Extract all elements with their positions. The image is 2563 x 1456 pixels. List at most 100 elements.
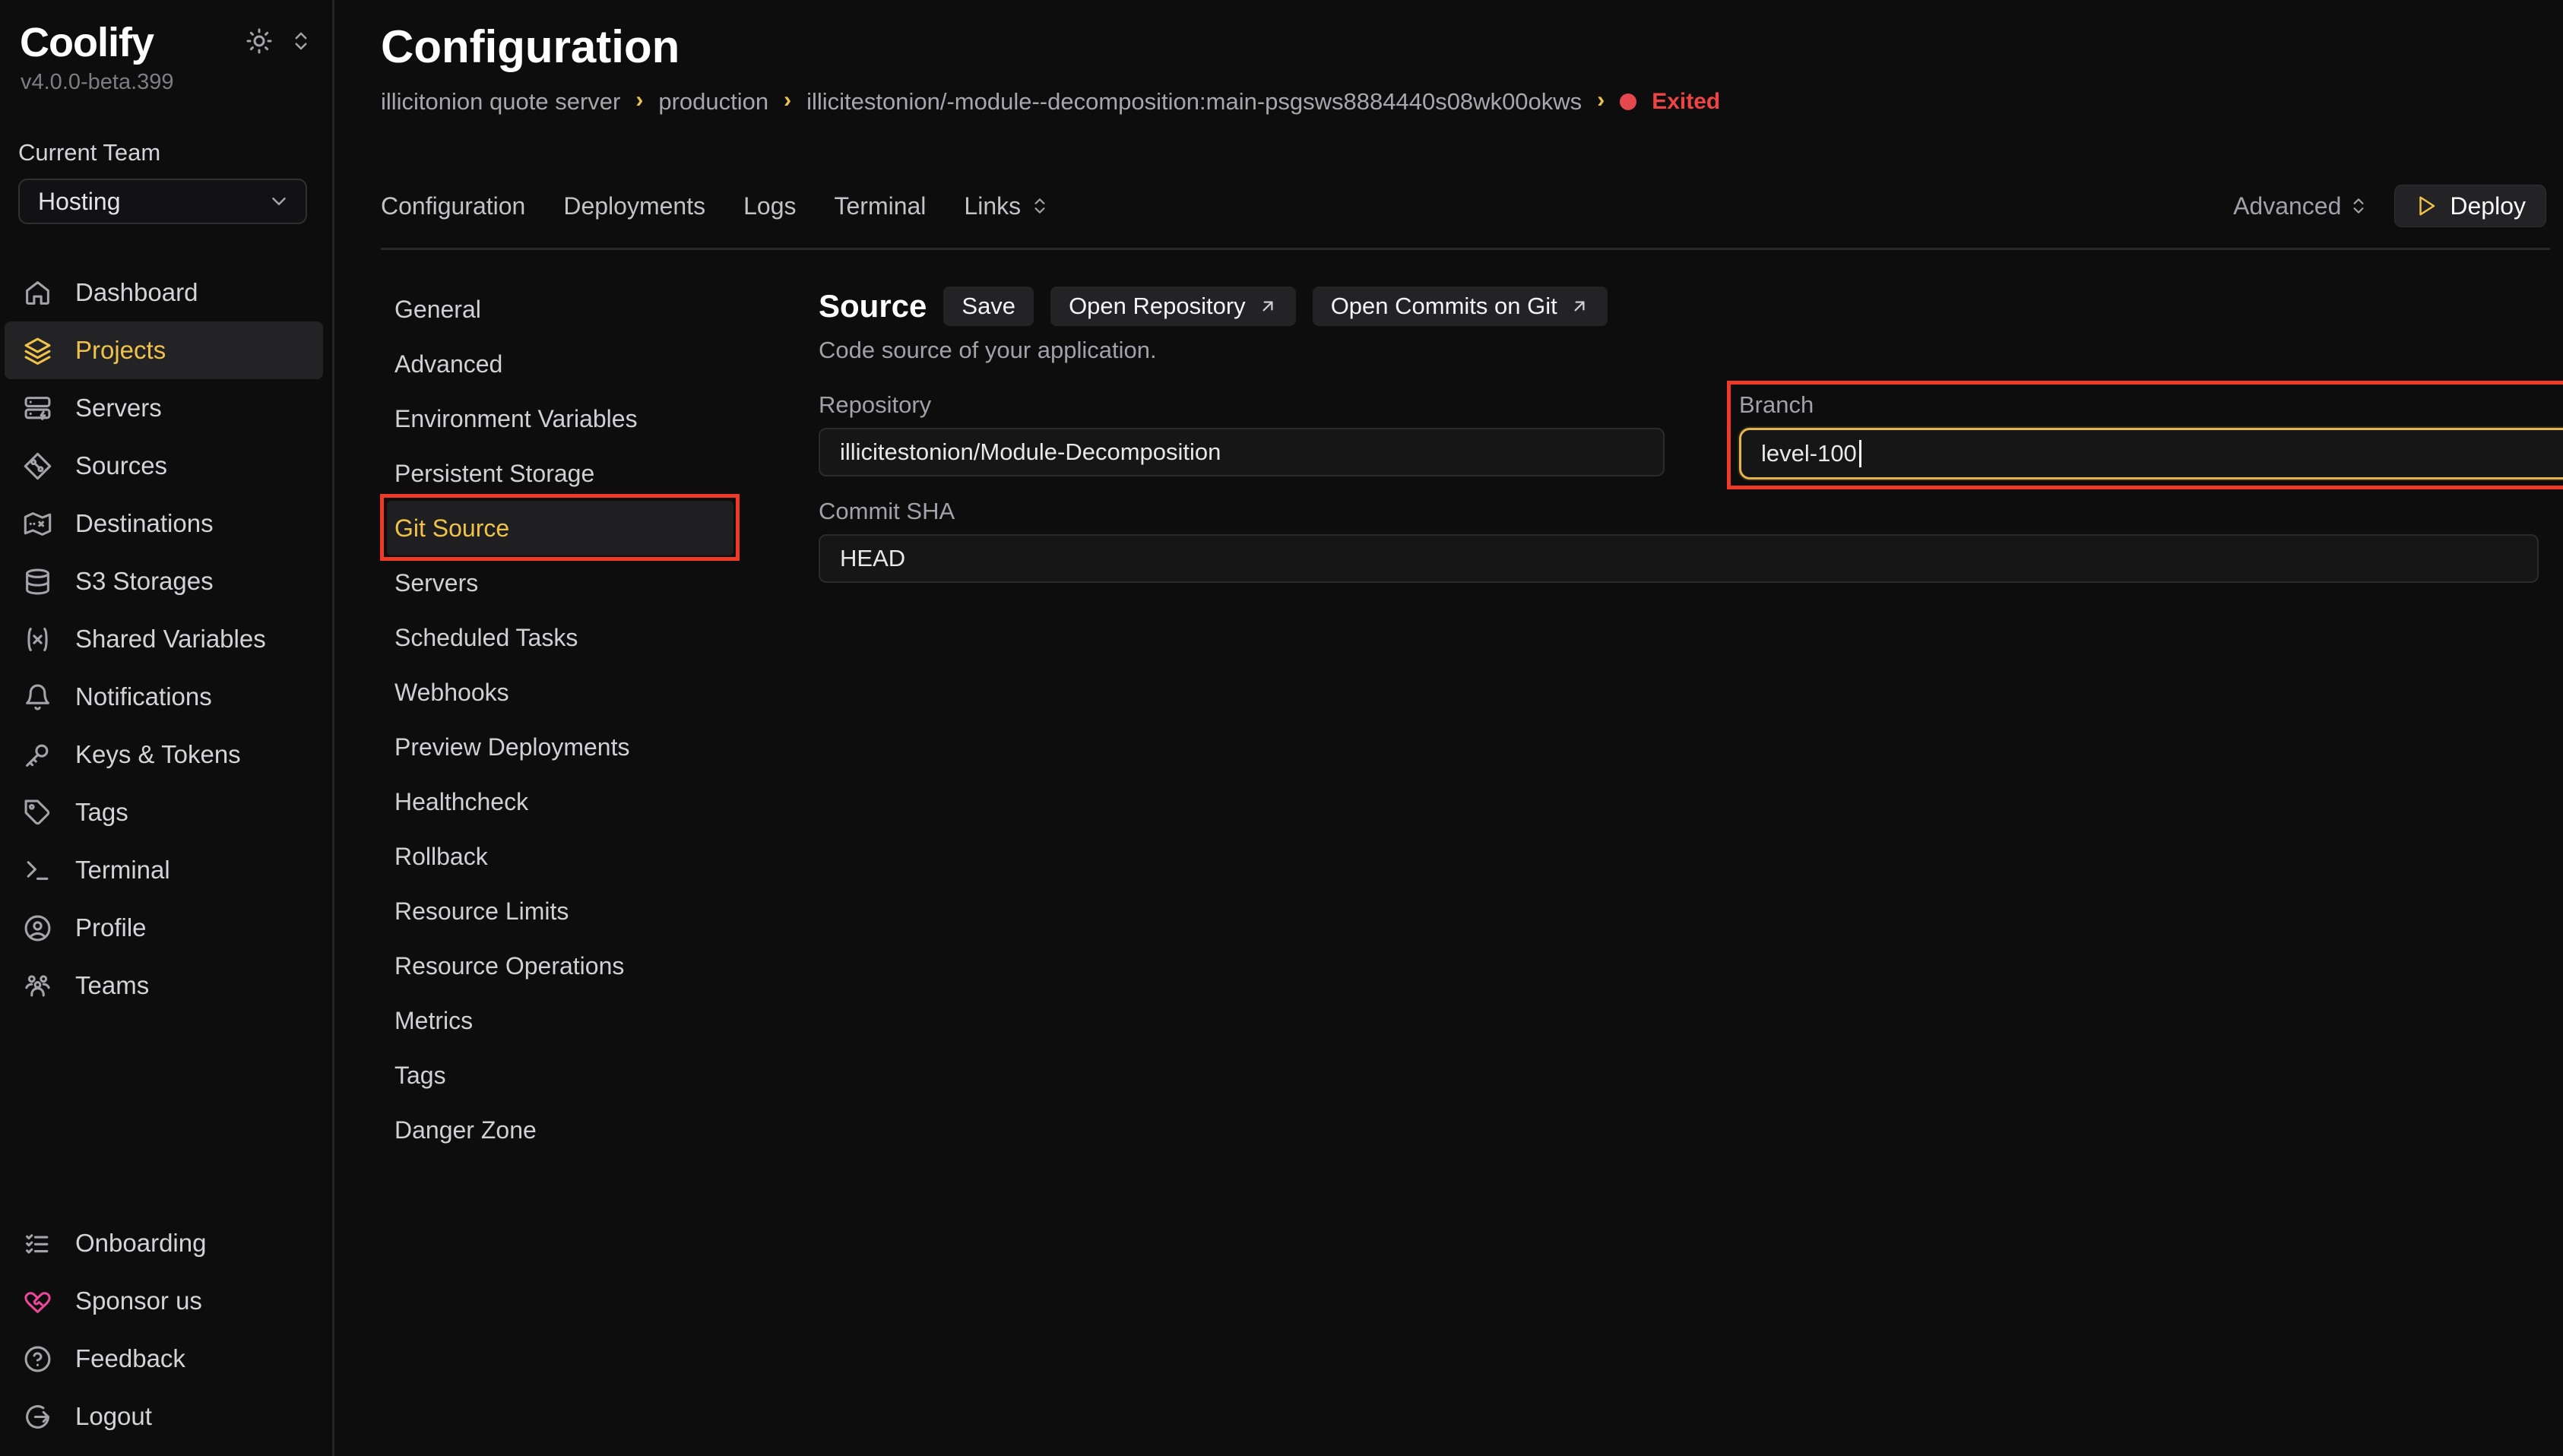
advanced-dropdown[interactable]: Advanced (2233, 192, 2368, 220)
sidebar-item-tags[interactable]: Tags (5, 783, 323, 841)
map-icon (24, 510, 52, 538)
settings-item-rollback[interactable]: Rollback (381, 829, 784, 884)
sidebar-item-sources[interactable]: Sources (5, 437, 323, 495)
checklist-icon (24, 1230, 52, 1258)
settings-item-persistent-storage[interactable]: Persistent Storage (381, 446, 784, 501)
repository-field: Repository illicitestonion/Module-Decomp… (819, 391, 1665, 480)
section-description: Code source of your application. (819, 337, 2563, 364)
chevrons-up-down-icon (1030, 196, 1050, 216)
app-logo[interactable]: Coolify (20, 20, 154, 65)
settings-item-environment-variables[interactable]: Environment Variables (381, 391, 784, 446)
settings-item-resource-operations[interactable]: Resource Operations (381, 938, 784, 993)
tab-deployments[interactable]: Deployments (563, 192, 705, 220)
open-commits-button[interactable]: Open Commits on Git (1313, 286, 1608, 326)
help-circle-icon (24, 1345, 52, 1373)
settings-item-git-source[interactable]: Git Source (387, 501, 733, 555)
tab-divider (381, 248, 2550, 250)
tab-terminal[interactable]: Terminal (834, 192, 926, 220)
tab-links[interactable]: Links (964, 192, 1050, 220)
sidebar-item-logout[interactable]: Logout (5, 1388, 323, 1445)
branch-label: Branch (1739, 391, 2563, 419)
settings-item-advanced[interactable]: Advanced (381, 337, 784, 391)
main-content: Configuration illicitonion quote server … (337, 0, 2563, 1456)
breadcrumb-chevron-icon: › (784, 87, 791, 113)
settings-item-danger-zone[interactable]: Danger Zone (381, 1103, 784, 1157)
server-icon (24, 394, 52, 423)
user-circle-icon (24, 914, 52, 942)
settings-menu: General Advanced Environment Variables P… (381, 282, 784, 1157)
sidebar-item-feedback[interactable]: Feedback (5, 1330, 323, 1388)
app-version: v4.0.0-beta.399 (21, 70, 332, 95)
coolify-app: Coolify v4.0.0-beta.399 Current Team Hos… (0, 0, 2563, 1456)
repository-label: Repository (819, 391, 1665, 419)
play-icon (2415, 195, 2438, 217)
breadcrumb-chevron-icon: › (635, 87, 643, 113)
sidebar-item-notifications[interactable]: Notifications (5, 668, 323, 726)
theme-toggle-sun-icon[interactable] (246, 27, 273, 55)
status-dot (1620, 93, 1636, 110)
sidebar-spacer (0, 1014, 332, 1214)
settings-item-tags[interactable]: Tags (381, 1048, 784, 1103)
sidebar: Coolify v4.0.0-beta.399 Current Team Hos… (0, 0, 334, 1456)
heart-hands-icon (24, 1287, 52, 1315)
breadcrumb: illicitonion quote server › production ›… (381, 88, 2563, 116)
settings-item-general[interactable]: General (381, 282, 784, 337)
settings-item-healthcheck[interactable]: Healthcheck (381, 774, 784, 829)
sidebar-item-s3-storages[interactable]: S3 Storages (5, 552, 323, 610)
tag-icon (24, 799, 52, 827)
chevron-down-icon (268, 190, 290, 213)
sidebar-item-destinations[interactable]: Destinations (5, 495, 323, 552)
sidebar-item-dashboard[interactable]: Dashboard (5, 264, 323, 321)
deploy-button[interactable]: Deploy (2394, 185, 2546, 227)
chevrons-up-down-icon (2349, 196, 2368, 216)
section-title: Source (819, 288, 927, 324)
sidebar-item-projects[interactable]: Projects (5, 321, 323, 379)
tab-configuration[interactable]: Configuration (381, 192, 525, 220)
page-title: Configuration (381, 20, 2563, 74)
settings-item-resource-limits[interactable]: Resource Limits (381, 884, 784, 938)
repository-input[interactable]: illicitestonion/Module-Decomposition (819, 428, 1665, 476)
commit-sha-label: Commit SHA (819, 498, 2563, 525)
bell-icon (24, 683, 52, 711)
source-panel: Source Save Open Repository Open Commits… (819, 282, 2563, 1157)
team-select[interactable]: Hosting (18, 179, 307, 224)
sidebar-item-onboarding[interactable]: Onboarding (5, 1214, 323, 1272)
settings-item-servers[interactable]: Servers (381, 555, 784, 610)
database-icon (24, 568, 52, 596)
git-source-icon (24, 452, 52, 480)
tab-logs[interactable]: Logs (743, 192, 796, 220)
settings-item-preview-deployments[interactable]: Preview Deployments (381, 720, 784, 774)
sidebar-item-teams[interactable]: Teams (5, 957, 323, 1014)
sidebar-nav: Dashboard Projects Servers Sources Desti… (0, 264, 332, 1014)
home-icon (24, 279, 52, 307)
tab-bar: Configuration Deployments Logs Terminal … (381, 184, 2546, 228)
sidebar-item-shared-variables[interactable]: Shared Variables (5, 610, 323, 668)
settings-item-scheduled-tasks[interactable]: Scheduled Tasks (381, 610, 784, 665)
sidebar-item-terminal[interactable]: Terminal (5, 841, 323, 899)
team-select-value: Hosting (38, 188, 121, 216)
breadcrumb-chevron-icon: › (1597, 87, 1605, 113)
branch-input[interactable]: level-100 (1739, 428, 2563, 480)
variable-icon (24, 625, 52, 654)
users-icon (24, 972, 52, 1000)
sidebar-item-profile[interactable]: Profile (5, 899, 323, 957)
terminal-icon (24, 856, 52, 885)
sidebar-item-servers[interactable]: Servers (5, 379, 323, 437)
external-link-icon (1570, 296, 1589, 316)
breadcrumb-environment[interactable]: production (658, 88, 768, 116)
breadcrumb-project[interactable]: illicitonion quote server (381, 88, 620, 116)
open-repository-button[interactable]: Open Repository (1050, 286, 1296, 326)
breadcrumb-resource[interactable]: illicitestonion/-module--decomposition:m… (806, 88, 1582, 116)
sidebar-item-sponsor-us[interactable]: Sponsor us (5, 1272, 323, 1330)
sidebar-footer-nav: Onboarding Sponsor us Feedback Logout (0, 1214, 332, 1445)
commit-sha-input[interactable]: HEAD (819, 534, 2539, 583)
save-button[interactable]: Save (943, 286, 1034, 326)
external-link-icon (1258, 296, 1278, 316)
version-switcher-icon[interactable] (290, 30, 312, 52)
text-cursor (1859, 440, 1861, 467)
settings-item-webhooks[interactable]: Webhooks (381, 665, 784, 720)
sidebar-item-keys-tokens[interactable]: Keys & Tokens (5, 726, 323, 783)
logout-icon (24, 1403, 52, 1431)
settings-item-metrics[interactable]: Metrics (381, 993, 784, 1048)
key-icon (24, 741, 52, 769)
